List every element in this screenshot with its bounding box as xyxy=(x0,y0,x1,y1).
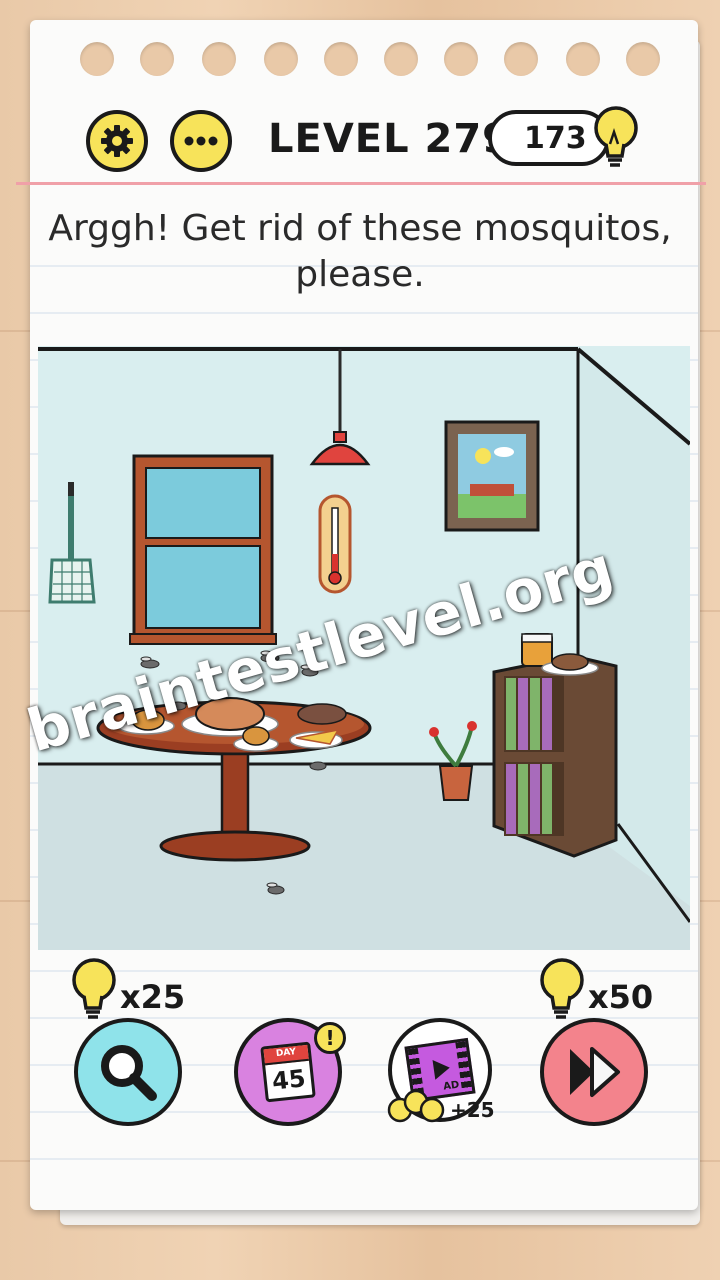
skip-cost: x50 xyxy=(588,978,654,1016)
settings-button[interactable] xyxy=(86,110,148,172)
fast-forward-icon xyxy=(570,1047,620,1097)
lightbulb-icon xyxy=(540,958,584,1019)
picture-frame[interactable] xyxy=(444,420,540,532)
lightbulb-icon xyxy=(72,958,116,1019)
hint-count: 173 xyxy=(524,120,587,156)
bookshelf[interactable] xyxy=(492,654,618,858)
video-reward: +25 xyxy=(450,1098,495,1122)
calendar-day-number: 45 xyxy=(270,1064,307,1096)
window[interactable] xyxy=(129,454,277,645)
question-text: Arggh! Get rid of these mosquitos, pleas… xyxy=(40,206,680,298)
search-hint-button[interactable] xyxy=(74,1018,182,1126)
lightbulb-cluster-icon xyxy=(387,1089,445,1123)
magnifier-icon xyxy=(101,1045,157,1101)
menu-button[interactable] xyxy=(170,110,232,172)
question-line-1: Arggh! Get rid of these mosquitos, xyxy=(48,208,672,249)
skip-level-button[interactable] xyxy=(540,1018,648,1126)
notification-badge: ! xyxy=(314,1022,346,1054)
thermometer[interactable] xyxy=(318,494,352,594)
level-title: LEVEL 279 xyxy=(268,116,512,162)
ellipsis-icon xyxy=(184,136,218,146)
search-cost: x25 xyxy=(120,978,186,1016)
calendar-icon: DAY 45 xyxy=(260,1041,316,1103)
lightbulb-icon xyxy=(594,106,638,167)
question-line-2: please. xyxy=(295,254,425,295)
honey-jar[interactable] xyxy=(521,633,553,667)
gear-icon xyxy=(101,125,133,157)
header-divider xyxy=(16,182,706,185)
